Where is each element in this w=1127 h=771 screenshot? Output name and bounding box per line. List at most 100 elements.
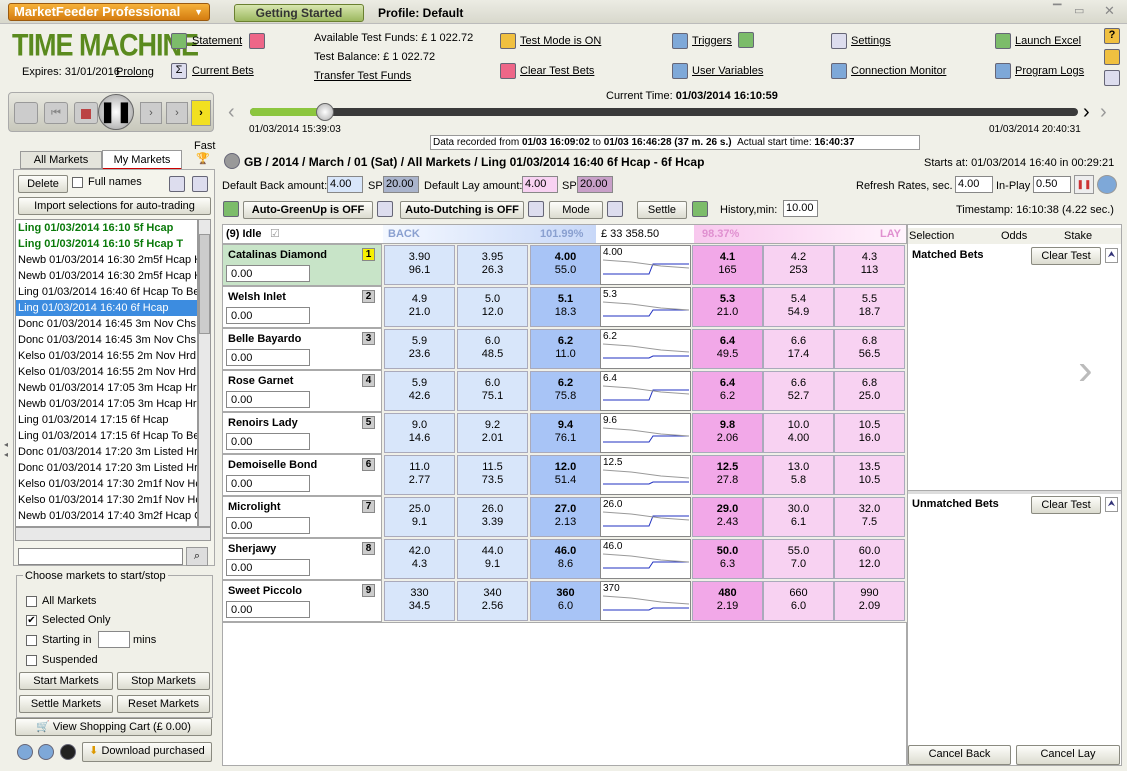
search-icon[interactable]: ⌕ [186,547,208,566]
market-info-icon[interactable] [224,153,240,169]
download-purchased-button[interactable]: ⬇ Download purchased [82,742,212,762]
market-list-item[interactable]: Newb 01/03/2014 17:05 3m Hcap Hrd [16,396,197,412]
back-price-cell[interactable]: 11.0 2.77 [384,455,455,495]
prolong-link[interactable]: Prolong [116,66,154,78]
restore-icon[interactable]: ▭ [1074,4,1084,17]
back-price-cell[interactable]: 44.0 9.1 [457,539,528,579]
bulb-icon[interactable] [738,32,754,48]
test-mode-link[interactable]: Test Mode is ON [520,35,601,47]
market-list-item[interactable]: Kelso 01/03/2014 17:30 2m1f Nov Hc [16,492,197,508]
market-list-item[interactable]: Ling 01/03/2014 17:15 6f Hcap To Be [16,428,197,444]
current-bets-link[interactable]: Current Bets [192,65,254,77]
back-price-cell[interactable]: 27.0 2.13 [530,497,601,537]
back-price-cell[interactable]: 6.0 75.1 [457,371,528,411]
runner-cell[interactable]: Welsh Inlet 2 0.00 [222,286,382,328]
selected-only-checkbox[interactable]: ✔ [26,614,37,626]
back-price-cell[interactable]: 9.2 2.01 [457,413,528,453]
lay-price-cell[interactable]: 60.0 12.0 [834,539,905,579]
greenup-settings-icon[interactable] [377,201,393,217]
back-price-cell[interactable]: 9.0 14.6 [384,413,455,453]
timeline-end-icon[interactable]: › [1100,101,1107,124]
timeline-handle[interactable] [315,103,334,121]
eraser-icon[interactable] [249,33,265,49]
market-list-item[interactable]: Newb 01/03/2014 17:05 3m Hcap Hrd [16,380,197,396]
runner-cell[interactable]: Sherjawy 8 0.00 [222,538,382,580]
market-list-item[interactable]: Ling 01/03/2014 16:40 6f Hcap [16,300,197,316]
lay-price-cell[interactable]: 12.5 27.8 [692,455,763,495]
lay-price-cell[interactable]: 10.5 16.0 [834,413,905,453]
default-back-input[interactable]: 4.00 [327,176,363,193]
starting-in-option[interactable]: Starting in [26,634,92,646]
back-price-cell[interactable]: 6.2 75.8 [530,371,601,411]
back-price-cell[interactable]: 5.9 42.6 [384,371,455,411]
user-variables-link[interactable]: User Variables [692,65,763,77]
back-price-cell[interactable]: 3.90 96.1 [384,245,455,285]
runner-cell[interactable]: Catalinas Diamond 1 0.00 [222,244,382,286]
step-icon[interactable]: › [140,102,162,124]
back-price-cell[interactable]: 46.0 8.6 [530,539,601,579]
runner-cell[interactable]: Belle Bayardo 3 0.00 [222,328,382,370]
runner-amount-input[interactable]: 0.00 [226,559,310,576]
settle-button[interactable]: Settle [637,201,687,219]
runner-amount-input[interactable]: 0.00 [226,265,310,282]
runner-cell[interactable]: Demoiselle Bond 6 0.00 [222,454,382,496]
back-price-cell[interactable]: 4.00 55.0 [530,245,601,285]
rewind-start-icon[interactable]: ⏮ [44,102,68,124]
price-chart[interactable]: 6.2 [600,329,691,369]
collapse-matched-icon[interactable]: ⮝ [1105,248,1118,263]
view-cart-button[interactable]: 🛒 View Shopping Cart (£ 0.00) [15,718,212,736]
runner-amount-input[interactable]: 0.00 [226,391,310,408]
chat-icon[interactable] [1104,49,1120,65]
getting-started-tab[interactable]: Getting Started [234,4,364,22]
lay-price-cell[interactable]: 4.1 165 [692,245,763,285]
lay-price-cell[interactable]: 6.8 56.5 [834,329,905,369]
back-price-cell[interactable]: 5.0 12.0 [457,287,528,327]
pause-button[interactable]: ❚❚ [98,94,134,130]
market-list-item[interactable]: Ling 01/03/2014 16:10 5f Hcap T [16,236,197,252]
lay-price-cell[interactable]: 29.0 2.43 [692,497,763,537]
list-hscrollbar[interactable] [15,527,211,541]
sp-lay-input[interactable]: 20.00 [577,176,613,193]
lay-price-cell[interactable]: 55.0 7.0 [763,539,834,579]
price-chart[interactable]: 26.0 [600,497,691,537]
market-list-item[interactable]: Donc 01/03/2014 17:20 3m Listed Hrd [16,444,197,460]
lay-price-cell[interactable]: 5.4 54.9 [763,287,834,327]
lay-price-cell[interactable]: 13.0 5.8 [763,455,834,495]
settings-link[interactable]: Settings [851,35,891,47]
lay-price-cell[interactable]: 4.2 253 [763,245,834,285]
fast-forward-icon[interactable]: › [191,100,211,126]
settle-markets-button[interactable]: Settle Markets [19,695,113,713]
all-markets-checkbox[interactable] [26,595,37,607]
lay-price-cell[interactable]: 5.5 18.7 [834,287,905,327]
sort-icon[interactable] [192,176,208,192]
starting-in-input[interactable] [98,631,130,648]
delete-button[interactable]: Delete [18,175,68,193]
market-search-input[interactable] [18,548,183,565]
back-price-cell[interactable]: 4.9 21.0 [384,287,455,327]
price-chart[interactable]: 46.0 [600,539,691,579]
price-chart[interactable]: 5.3 [600,287,691,327]
lay-price-cell[interactable]: 50.0 6.3 [692,539,763,579]
connection-monitor-link[interactable]: Connection Monitor [851,65,946,77]
excel-export-icon[interactable] [692,201,708,217]
forward-icon[interactable]: › [166,102,188,124]
bulb-green-icon[interactable] [223,201,239,217]
stop-markets-button[interactable]: Stop Markets [117,672,210,690]
refresh-icon[interactable] [38,744,54,760]
lay-price-cell[interactable]: 480 2.19 [692,581,763,621]
market-list-item[interactable]: Ling 01/03/2014 16:10 5f Hcap [16,220,197,236]
selected-only-option[interactable]: ✔ Selected Only [26,614,110,626]
lay-price-cell[interactable]: 6.6 52.7 [763,371,834,411]
market-list-item[interactable]: Donc 01/03/2014 16:45 3m Nov Chs [16,332,197,348]
minimize-icon[interactable]: ▔ [1053,4,1061,17]
back-price-cell[interactable]: 5.9 23.6 [384,329,455,369]
stop-icon[interactable] [74,102,98,124]
back-price-cell[interactable]: 360 6.0 [530,581,601,621]
lay-price-cell[interactable]: 6.4 49.5 [692,329,763,369]
dutching-settings-icon[interactable] [528,201,544,217]
price-chart[interactable]: 6.4 [600,371,691,411]
bet-icon[interactable] [60,744,76,760]
lay-price-cell[interactable]: 6.6 17.4 [763,329,834,369]
statement-link[interactable]: Statement [192,35,242,47]
timeline-prev-icon[interactable]: ‹ [228,101,235,124]
